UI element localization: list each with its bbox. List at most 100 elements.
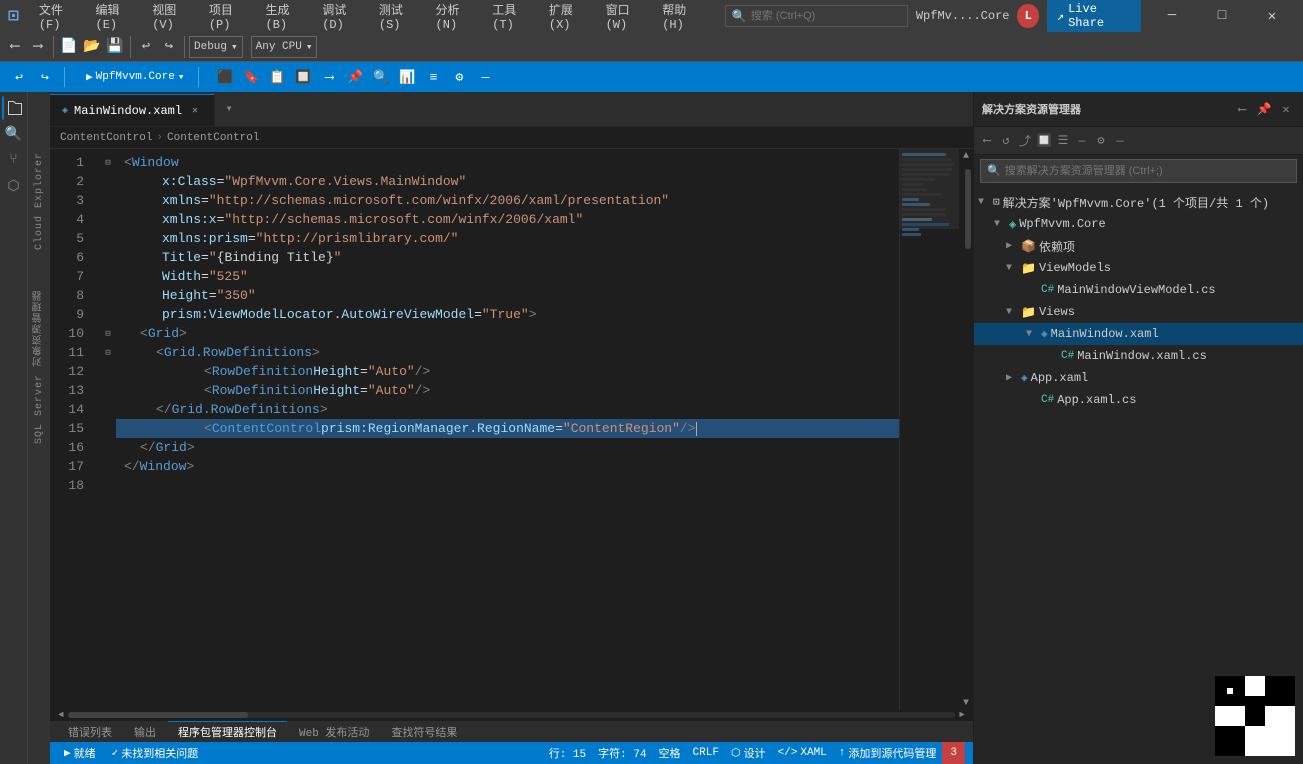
h-scroll-right[interactable]: ► <box>955 710 969 720</box>
tree-mainwindow-xaml[interactable]: ▼ ◈ MainWindow.xaml <box>974 323 1303 345</box>
se-tb-btn3[interactable]: ⤴ <box>1016 132 1034 150</box>
tree-app-cs[interactable]: C# App.xaml.cs <box>974 389 1303 411</box>
toolbar2-btn9[interactable]: ≡ <box>422 66 444 88</box>
user-avatar[interactable]: L <box>1017 4 1038 28</box>
h-scroll-bar[interactable]: ◄ ► <box>50 710 973 720</box>
debug-config-dropdown[interactable]: Debug ▾ <box>189 36 243 58</box>
new-project-btn[interactable]: 📄 <box>58 36 80 58</box>
scroll-up-arrow[interactable]: ▲ <box>959 149 973 163</box>
status-design[interactable]: ⬡ 设计 <box>725 742 772 764</box>
status-xaml[interactable]: </> XAML <box>772 742 833 764</box>
se-collapse-btn[interactable]: ⟵ <box>1233 100 1251 118</box>
code-line-17[interactable]: </Window> <box>116 457 899 476</box>
bottom-tab-errors[interactable]: 错误列表 <box>58 722 122 742</box>
toolbar2-btn10[interactable]: ⚙ <box>448 66 470 88</box>
bottom-tab-web[interactable]: Web 发布活动 <box>289 722 379 742</box>
se-search-bar[interactable]: 🔍 <box>980 159 1297 183</box>
se-search-input[interactable] <box>1005 165 1290 177</box>
menu-extensions[interactable]: 扩展(X) <box>541 0 596 34</box>
live-share-button[interactable]: ↗ Live Share <box>1047 0 1141 33</box>
tree-project[interactable]: ▼ ◈ WpfMvvm.Core <box>974 213 1303 235</box>
tab-scroll-right[interactable]: ▾ <box>215 92 243 126</box>
se-close-btn[interactable]: ✕ <box>1277 100 1295 118</box>
menu-file[interactable]: 文件(F) <box>31 0 86 34</box>
code-line-8[interactable]: Height="350" <box>116 286 899 305</box>
menu-test[interactable]: 测试(S) <box>371 0 426 34</box>
undo2-btn[interactable]: ↩ <box>8 66 30 88</box>
code-line-16[interactable]: </Grid> <box>116 438 899 457</box>
code-line-12[interactable]: <RowDefinition Height="Auto" /> <box>116 362 899 381</box>
code-line-11[interactable]: <Grid.RowDefinitions> <box>116 343 899 362</box>
scroll-down-arrow[interactable]: ▼ <box>959 696 973 710</box>
se-pin-btn[interactable]: 📌 <box>1255 100 1273 118</box>
status-source-control[interactable]: ↑ 添加到源代码管理 <box>833 742 943 764</box>
save-all-btn[interactable]: 💾 <box>104 36 126 58</box>
code-editor[interactable]: 1 2 3 4 5 6 7 8 9 10 11 12 13 14 15 16 1 <box>50 149 973 710</box>
menu-build[interactable]: 生成(B) <box>258 0 313 34</box>
fold-10[interactable]: ⊟ <box>100 324 116 343</box>
status-notification[interactable]: 3 <box>942 742 965 764</box>
tree-views-folder[interactable]: ▼ 📁 Views <box>974 301 1303 323</box>
tree-mainwindow-cs[interactable]: C# MainWindow.xaml.cs <box>974 345 1303 367</box>
code-line-13[interactable]: <RowDefinition Height="Auto" /> <box>116 381 899 400</box>
bottom-tab-pkg[interactable]: 程序包管理器控制台 <box>168 721 287 742</box>
se-tb-btn7[interactable]: ⚙ <box>1092 132 1110 150</box>
code-line-3[interactable]: xmlns="http://schemas.microsoft.com/winf… <box>116 191 899 210</box>
se-tb-btn2[interactable]: ↺ <box>997 132 1015 150</box>
code-line-15[interactable]: <ContentControl prism:RegionManager.Regi… <box>116 419 899 438</box>
status-char[interactable]: 字符: 74 <box>592 742 652 764</box>
undo-btn[interactable]: ↩ <box>135 36 157 58</box>
code-line-9[interactable]: prism:ViewModelLocator.AutoWireViewModel… <box>116 305 899 324</box>
redo-btn[interactable]: ↪ <box>158 36 180 58</box>
se-tb-btn4[interactable]: 🔲 <box>1035 132 1053 150</box>
menu-tools[interactable]: 工具(T) <box>484 0 539 34</box>
open-btn[interactable]: 📂 <box>81 36 103 58</box>
status-issues[interactable]: ✓ 未找到相关问题 <box>106 742 205 764</box>
minimize-button[interactable]: ─ <box>1149 0 1195 32</box>
redo2-btn[interactable]: ↪ <box>34 66 56 88</box>
menu-help[interactable]: 帮助(H) <box>654 0 709 34</box>
h-scroll-track[interactable] <box>68 712 955 718</box>
code-line-18[interactable] <box>116 476 899 495</box>
close-button[interactable]: ✕ <box>1249 0 1295 32</box>
fold-11[interactable]: ⊟ <box>100 343 116 362</box>
code-content[interactable]: <Window x:Class="WpfMvvm.Core.Views.Main… <box>116 149 899 710</box>
code-line-6[interactable]: Title="{Binding Title}" <box>116 248 899 267</box>
sidebar-label-sql[interactable]: SQL Server 对象资源管理器 <box>32 290 47 444</box>
sidebar-label-cloud[interactable]: Cloud Explorer <box>34 152 45 250</box>
code-line-1[interactable]: <Window <box>116 153 899 172</box>
se-tb-btn8[interactable]: — <box>1111 132 1129 150</box>
toolbar2-btn6[interactable]: 📌 <box>344 66 366 88</box>
activity-search[interactable]: 🔍 <box>2 122 26 146</box>
tree-app-xaml[interactable]: ▶ ◈ App.xaml <box>974 367 1303 389</box>
toolbar2-btn4[interactable]: 🔲 <box>292 66 314 88</box>
menu-window[interactable]: 窗口(W) <box>598 0 653 34</box>
status-spaces[interactable]: 空格 <box>653 742 687 764</box>
h-scroll-left[interactable]: ◄ <box>54 710 68 720</box>
menu-debug[interactable]: 调试(D) <box>314 0 369 34</box>
tree-mainwindow-viewmodel[interactable]: C# MainWindowViewModel.cs <box>974 279 1303 301</box>
menu-view[interactable]: 视图(V) <box>144 0 199 34</box>
toolbar2-btn7[interactable]: 🔍 <box>370 66 392 88</box>
fold-1[interactable]: ⊟ <box>100 153 116 172</box>
status-ready[interactable]: ▶ 就绪 <box>58 742 102 764</box>
status-position[interactable]: 行: 15 <box>543 742 592 764</box>
se-tb-btn6[interactable]: — <box>1073 132 1091 150</box>
tree-dependencies[interactable]: ▶ 📦 依赖项 <box>974 235 1303 257</box>
bottom-tab-output[interactable]: 输出 <box>124 722 166 742</box>
toolbar2-btn2[interactable]: 🔖 <box>240 66 262 88</box>
toolbar2-btn11[interactable]: — <box>474 66 496 88</box>
toolbar-back-btn[interactable]: ⟵ <box>4 36 26 58</box>
breadcrumb-part1[interactable]: ContentControl <box>60 132 152 144</box>
toolbar2-btn3[interactable]: 📋 <box>266 66 288 88</box>
activity-explorer[interactable] <box>2 96 26 120</box>
se-tb-btn5[interactable]: ☰ <box>1054 132 1072 150</box>
code-line-10[interactable]: <Grid> <box>116 324 899 343</box>
code-line-7[interactable]: Width="525" <box>116 267 899 286</box>
tree-solution[interactable]: ▼ ⊡ 解决方案'WpfMvvm.Core'(1 个项目/共 1 个) <box>974 191 1303 213</box>
se-tb-btn1[interactable]: ⟵ <box>978 132 996 150</box>
breadcrumb-part2[interactable]: ContentControl <box>167 132 259 144</box>
editor-scrollbar[interactable]: ▲ ▼ <box>959 149 973 710</box>
code-line-14[interactable]: </Grid.RowDefinitions> <box>116 400 899 419</box>
menu-analyze[interactable]: 分析(N) <box>428 0 483 34</box>
